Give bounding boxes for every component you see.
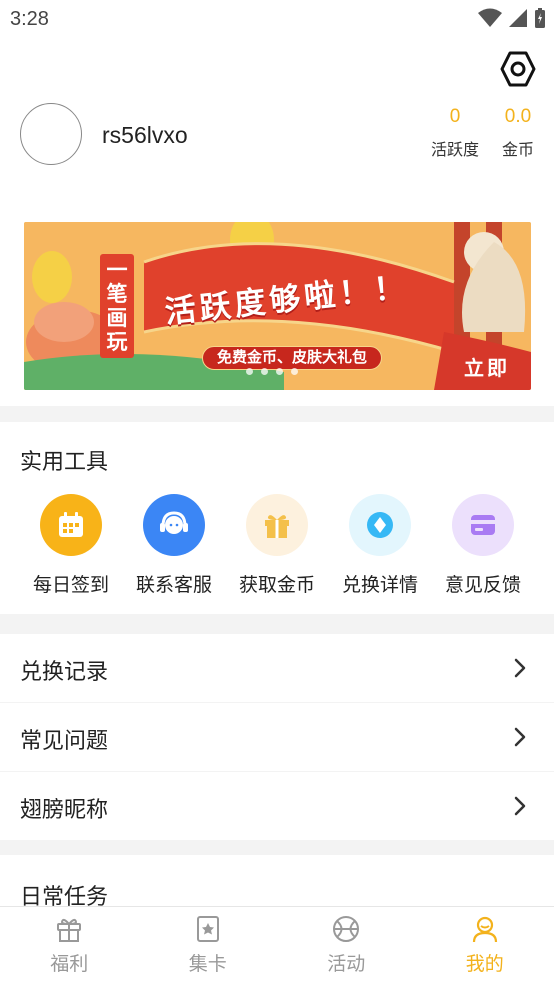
menu-item-label: 翅膀昵称 [20, 798, 109, 823]
nav-label: 福利 [50, 953, 89, 975]
status-time: 3:28 [10, 8, 49, 30]
nav-label: 我的 [465, 953, 504, 975]
status-bar: 3:28 [0, 0, 554, 40]
tool-label: 兑换详情 [341, 574, 418, 596]
tools-section: 实用工具 每日签到 联系客服 获取金币 兑换详情 意见反馈 [0, 422, 554, 614]
banner-pill: 免费金币、皮肤大礼包 [202, 346, 383, 370]
menu-item-faq[interactable]: 常见问题 [0, 703, 554, 771]
menu-item-wing-nickname[interactable]: 翅膀昵称 [0, 772, 554, 840]
nav-label: 集卡 [188, 953, 227, 975]
banner-cta[interactable]: 立即 [464, 352, 510, 381]
username: rs56lvxo [102, 122, 188, 148]
tool-label: 获取金币 [238, 574, 315, 596]
nav-mine[interactable]: 我的 [416, 907, 554, 985]
tool-label: 每日签到 [32, 574, 109, 596]
chevron-right-icon [514, 658, 526, 678]
tools-title: 实用工具 [20, 450, 109, 475]
banner-indicator [246, 368, 298, 375]
nav-collect-cards[interactable]: 集卡 [139, 907, 278, 985]
gift-icon [57, 918, 82, 942]
tool-feedback[interactable]: 意见反馈 [431, 494, 535, 597]
tool-contact-support[interactable]: 联系客服 [122, 494, 226, 597]
banner-dot [246, 368, 253, 375]
tool-label: 意见反馈 [444, 574, 521, 596]
card-collect-icon [196, 916, 219, 942]
signal-icon [509, 9, 527, 27]
activity-label: 活跃度 [430, 140, 479, 159]
diamond-icon [349, 494, 411, 556]
chevron-right-icon [514, 727, 526, 747]
nav-label: 活动 [327, 953, 366, 975]
card-icon [452, 494, 514, 556]
avatar[interactable] [20, 103, 82, 165]
stat-coins[interactable]: 0.0 金币 [496, 106, 540, 160]
promo-banner[interactable]: 一笔画玩 活跃度够啦！！ 免费金币、皮肤大礼包 立即 [24, 222, 531, 390]
menu-list: 兑换记录 常见问题 翅膀昵称 [0, 634, 554, 841]
bottom-nav: 福利 集卡 活动 我的 [0, 906, 554, 985]
activity-value: 0 [449, 106, 461, 127]
menu-item-label: 兑换记录 [20, 660, 109, 685]
tool-label: 联系客服 [135, 574, 212, 596]
nav-activities[interactable]: 活动 [277, 907, 416, 985]
settings-icon[interactable] [499, 50, 537, 88]
coins-value: 0.0 [504, 106, 532, 127]
profile-icon [472, 916, 497, 943]
calendar-icon [40, 494, 102, 556]
stat-activity[interactable]: 0 活跃度 [426, 106, 484, 160]
basketball-icon [333, 916, 360, 942]
profile-header: rs56lvxo 0 活跃度 0.0 金币 一笔画玩 活跃度够啦！！ 免费金币、… [0, 40, 554, 406]
tool-exchange-details[interactable]: 兑换详情 [328, 494, 432, 597]
wifi-icon [478, 8, 502, 27]
menu-item-label: 常见问题 [20, 729, 109, 754]
chevron-right-icon [514, 796, 526, 816]
banner-dot [261, 368, 268, 375]
tool-get-coins[interactable]: 获取金币 [225, 494, 329, 597]
banner-vertical-text: 一笔画玩 [100, 254, 134, 358]
coins-label: 金币 [501, 140, 534, 159]
tool-daily-checkin[interactable]: 每日签到 [19, 494, 123, 597]
gift-icon [246, 494, 308, 556]
banner-dot [291, 368, 298, 375]
battery-icon [535, 8, 545, 28]
menu-item-exchange-records[interactable]: 兑换记录 [0, 634, 554, 702]
status-icons [478, 7, 546, 29]
headset-icon [143, 494, 205, 556]
nav-welfare[interactable]: 福利 [0, 907, 139, 985]
banner-dot [276, 368, 283, 375]
